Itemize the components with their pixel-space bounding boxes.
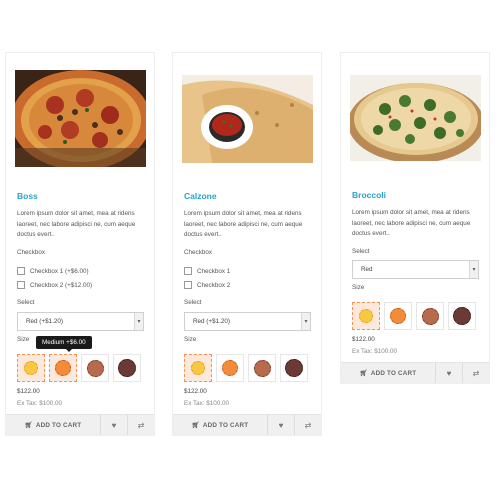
add-to-cart-button[interactable]: 🛒︎ ADD TO CART [6,415,100,435]
size-swatch-large[interactable] [248,354,276,382]
pizza-large-icon [421,307,439,325]
wishlist-button[interactable]: ♥ [100,415,127,435]
product-name[interactable]: Boss [17,191,38,201]
chevron-down-icon[interactable]: ▾ [469,261,478,278]
checkbox-label: Checkbox 2 (+$12.00) [30,281,93,289]
size-swatch-xlarge[interactable] [448,302,476,330]
size-swatch-small[interactable] [352,302,380,330]
product-name[interactable]: Broccoli [352,190,386,200]
product-price: $122.00 [184,388,207,395]
checkbox-option-1[interactable]: Checkbox 1 (+$6.00) [17,267,89,275]
checkbox-option-1[interactable]: Checkbox 1 [184,267,230,275]
heart-icon: ♥ [446,368,452,378]
size-swatch-large[interactable] [81,354,109,382]
checkbox-label: Checkbox 2 [197,281,231,289]
pizza-small-icon [24,361,38,375]
chevron-down-icon[interactable]: ▾ [134,313,143,330]
product-image-calzone[interactable] [182,75,313,163]
pizza-large-icon [253,359,271,377]
select-value: Red [361,266,373,273]
product-description: Lorem ipsum dolor sit amet, mea at riden… [17,210,136,238]
compare-button[interactable]: ⇄ [294,415,321,435]
product-ex-tax: Ex Tax: $100.00 [352,348,398,355]
pizza-xlarge-icon [285,359,303,377]
size-swatches [352,302,476,330]
pizza-large-icon [86,359,104,377]
compare-button[interactable]: ⇄ [127,415,154,435]
checkbox-group-label: Checkbox [17,249,46,256]
checkbox-input[interactable] [184,281,192,289]
product-description: Lorem ipsum dolor sit amet, mea at riden… [184,210,303,238]
wishlist-button[interactable]: ♥ [435,363,462,383]
size-swatch-small[interactable] [17,354,45,382]
checkbox-option-2[interactable]: Checkbox 2 (+$12.00) [17,281,92,289]
heart-icon: ♥ [111,420,117,430]
shopping-cart-icon: 🛒︎ [191,422,200,429]
size-swatch-xlarge[interactable] [113,354,141,382]
size-swatches [184,354,308,382]
option-select[interactable]: Red ▾ [352,260,479,279]
size-label: Size [352,284,365,291]
product-card-broccoli: Broccoli Lorem ipsum dolor sit amet, mea… [340,52,490,384]
size-label: Size [184,336,197,343]
compare-arrows-icon: ⇄ [137,420,145,430]
wishlist-button[interactable]: ♥ [267,415,294,435]
checkbox-group-label: Checkbox [184,249,213,256]
size-swatch-medium[interactable] [216,354,244,382]
shopping-cart-icon: 🛒︎ [24,422,33,429]
select-value: Red (+$1.20) [26,318,63,325]
chevron-down-icon[interactable]: ▾ [301,313,310,330]
product-card-boss: Boss Lorem ipsum dolor sit amet, mea at … [5,52,155,436]
size-swatch-xlarge[interactable] [280,354,308,382]
product-image-boss[interactable] [15,70,146,167]
add-to-cart-label: ADD TO CART [202,421,249,429]
checkbox-label: Checkbox 1 (+$6.00) [30,267,89,275]
option-select[interactable]: Red (+$1.20) ▾ [17,312,144,331]
pizza-medium-icon [55,360,71,376]
compare-button[interactable]: ⇄ [462,363,489,383]
option-select[interactable]: Red (+$1.20) ▾ [184,312,311,331]
add-to-cart-button[interactable]: 🛒︎ ADD TO CART [173,415,267,435]
pizza-small-icon [359,309,373,323]
size-tooltip: Medium +$6.00 [36,336,92,352]
product-actions: 🛒︎ ADD TO CART ♥ ⇄ [6,414,154,435]
product-actions: 🛒︎ ADD TO CART ♥ ⇄ [341,362,489,383]
size-swatch-small[interactable] [184,354,212,382]
size-swatch-large[interactable] [416,302,444,330]
checkbox-input[interactable] [17,281,25,289]
product-actions: 🛒︎ ADD TO CART ♥ ⇄ [173,414,321,435]
pizza-xlarge-icon [118,359,136,377]
size-swatch-medium[interactable] [49,354,77,382]
pizza-small-icon [191,361,205,375]
add-to-cart-label: ADD TO CART [35,421,82,429]
select-label: Select [17,299,35,306]
heart-icon: ♥ [278,420,284,430]
product-name[interactable]: Calzone [184,191,217,201]
pizza-medium-icon [222,360,238,376]
size-swatches [17,354,141,382]
select-label: Select [184,299,202,306]
product-price: $122.00 [17,388,40,395]
compare-arrows-icon: ⇄ [472,368,480,378]
size-label: Size [17,336,30,343]
product-card-calzone: Calzone Lorem ipsum dolor sit amet, mea … [172,52,322,436]
product-ex-tax: Ex Tax: $100.00 [184,400,230,407]
product-ex-tax: Ex Tax: $100.00 [17,400,63,407]
pizza-xlarge-icon [453,307,471,325]
pizza-medium-icon [390,308,406,324]
checkbox-label: Checkbox 1 [197,267,231,275]
product-image-broccoli[interactable] [350,75,481,161]
select-label: Select [352,248,370,255]
product-description: Lorem ipsum dolor sit amet, mea at riden… [352,209,471,237]
size-swatch-medium[interactable] [384,302,412,330]
checkbox-option-2[interactable]: Checkbox 2 [184,281,230,289]
shopping-cart-icon: 🛒︎ [359,370,368,377]
select-value: Red (+$1.20) [193,318,230,325]
add-to-cart-label: ADD TO CART [370,369,417,377]
checkbox-input[interactable] [17,267,25,275]
compare-arrows-icon: ⇄ [304,420,312,430]
product-price: $122.00 [352,336,375,343]
add-to-cart-button[interactable]: 🛒︎ ADD TO CART [341,363,435,383]
checkbox-input[interactable] [184,267,192,275]
